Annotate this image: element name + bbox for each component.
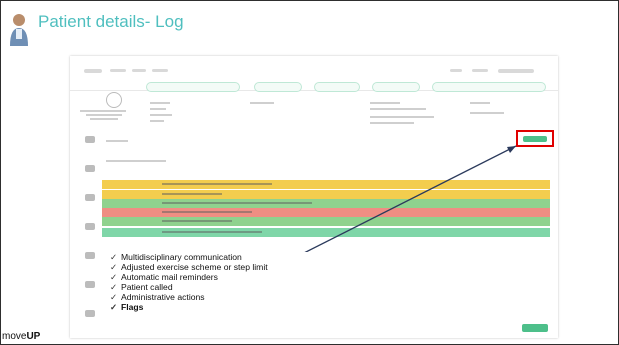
log-row — [102, 199, 550, 208]
list-item: ✓ Multidisciplinary communication — [110, 252, 242, 262]
log-row — [102, 217, 550, 226]
highlight-box — [516, 130, 554, 147]
list-item: ✓ Automatic mail reminders — [110, 272, 218, 282]
list-item: ✓ Adjusted exercise scheme or step limit — [110, 262, 268, 272]
check-icon: ✓ — [110, 252, 118, 262]
check-icon: ✓ — [110, 262, 118, 272]
slide-title: Patient details- Log — [38, 12, 184, 31]
log-row — [102, 180, 550, 189]
log-row — [102, 190, 550, 199]
log-row — [102, 228, 550, 237]
check-icon: ✓ — [110, 282, 118, 292]
check-icon: ✓ — [110, 292, 118, 302]
list-item: ✓ Flags — [110, 302, 144, 312]
list-item: ✓ Patient called — [110, 282, 173, 292]
list-item: ✓ Administrative actions — [110, 292, 205, 302]
bottom-action-button[interactable] — [522, 324, 548, 332]
check-icon: ✓ — [110, 272, 118, 282]
check-icon: ✓ — [110, 302, 118, 312]
app-sidebar — [80, 136, 100, 338]
feature-list: ✓ Multidisciplinary communication ✓ Adjust… — [110, 252, 320, 312]
brand-logo: moveUP — [2, 331, 41, 342]
log-action-button[interactable] — [523, 136, 547, 142]
log-row — [102, 208, 550, 217]
doctor-avatar-image — [8, 10, 30, 48]
